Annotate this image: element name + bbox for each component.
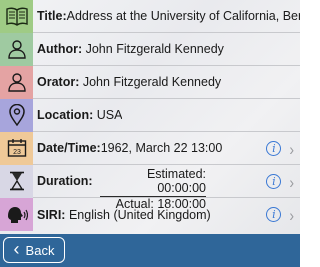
location-label: Location:: [37, 108, 94, 122]
back-label: Back: [25, 242, 55, 258]
orator-label: Orator:: [37, 75, 80, 89]
speaking-head-icon: [0, 198, 33, 231]
author-label: Author:: [37, 42, 83, 56]
author-value: John Fitzgerald Kennedy: [85, 42, 224, 56]
duration-info-icon[interactable]: i: [266, 174, 282, 189]
title-label: Title:: [37, 9, 67, 23]
back-button[interactable]: ‹ Back: [3, 237, 65, 263]
siri-value: English (United Kingdom): [68, 207, 211, 222]
hourglass-icon: [0, 164, 33, 198]
orator-row: Orator: John Fitzgerald Kennedy: [0, 65, 300, 99]
datetime-row[interactable]: 23 Date/Time:1962, March 22 13:00 i ›: [0, 131, 300, 165]
orator-value: John Fitzgerald Kennedy: [82, 75, 222, 89]
location-value: USA: [96, 108, 123, 122]
title-value: Address at the University of California,…: [66, 9, 300, 23]
datetime-value: 1962, March 22 13:00: [100, 141, 223, 155]
siri-label: SIRI:: [37, 207, 66, 222]
bottom-toolbar: ‹ Back: [0, 234, 300, 267]
datetime-info-icon[interactable]: i: [266, 141, 282, 156]
duration-estimated: Estimated: 00:00:00: [100, 167, 206, 197]
duration-chevron-right-icon: ›: [289, 171, 294, 192]
calendar-icon: 23: [0, 131, 33, 165]
siri-row[interactable]: SIRI: English (United Kingdom) i ›: [0, 198, 300, 231]
calendar-icon-day: 23: [13, 149, 21, 156]
chevron-left-icon: ‹: [13, 239, 20, 259]
location-row: Location: USA: [0, 98, 300, 132]
title-row: Title:Address at the University of Calif…: [0, 0, 300, 33]
duration-label: Duration:: [37, 174, 93, 188]
details-list: Title:Address at the University of Calif…: [0, 0, 300, 234]
siri-chevron-right-icon: ›: [289, 204, 294, 225]
map-pin-icon: [0, 98, 33, 132]
speaker-person-icon: [0, 65, 33, 99]
siri-info-icon[interactable]: i: [266, 207, 282, 222]
duration-row[interactable]: Duration: Estimated: 00:00:00 Actual: 18…: [0, 164, 300, 211]
datetime-label: Date/Time:: [37, 141, 101, 155]
book-icon: [0, 0, 33, 33]
datetime-chevron-right-icon: ›: [289, 138, 294, 159]
author-row: Author: John Fitzgerald Kennedy: [0, 32, 300, 66]
person-icon: [0, 32, 33, 66]
